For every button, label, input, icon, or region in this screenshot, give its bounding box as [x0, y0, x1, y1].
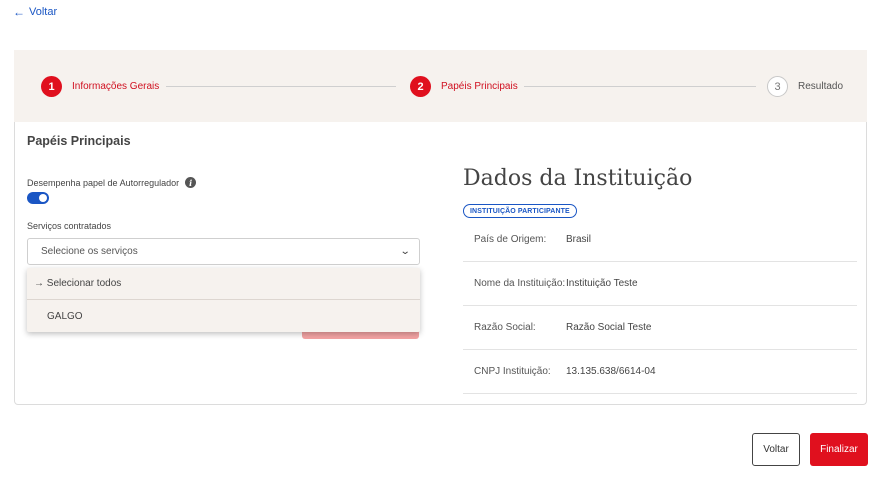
step-label: Papéis Principais — [441, 81, 518, 92]
finish-button[interactable]: Finalizar — [810, 433, 868, 466]
services-label: Serviços contratados — [27, 221, 112, 231]
step-connector — [524, 86, 756, 87]
form-card: Papéis Principais Desempenha papel de Au… — [14, 122, 867, 405]
step-connector — [166, 86, 396, 87]
autoregulador-toggle[interactable] — [27, 192, 49, 204]
info-row: País de Origem: Brasil — [463, 218, 857, 262]
info-row: Razão Social: Razão Social Teste — [463, 306, 857, 350]
service-option-galgo[interactable]: GALGO — [27, 300, 420, 332]
step-number: 2 — [410, 76, 431, 97]
services-dropdown: → Selecionar todos GALGO — [27, 268, 420, 332]
stepper: 1 Informações Gerais 2 Papéis Principais… — [14, 50, 867, 122]
info-key: Razão Social: — [474, 322, 536, 333]
step-number: 3 — [767, 76, 788, 97]
step-informacoes-gerais: 1 Informações Gerais — [41, 76, 159, 97]
back-button[interactable]: Voltar — [752, 433, 800, 466]
step-resultado: 3 Resultado — [767, 76, 843, 97]
arrow-left-icon: ← — [13, 5, 25, 19]
step-papeis-principais: 2 Papéis Principais — [410, 76, 518, 97]
services-placeholder: Selecione os serviços — [41, 246, 138, 257]
institution-badge: INSTITUIÇÃO PARTICIPANTE — [463, 204, 577, 218]
info-key: País de Origem: — [474, 234, 547, 245]
info-icon[interactable]: i — [185, 177, 197, 188]
services-select[interactable]: Selecione os serviços ⌄ — [27, 238, 420, 265]
info-row: CNPJ Instituição: 13.135.638/6614-04 — [463, 350, 857, 394]
info-value: Razão Social Teste — [566, 322, 652, 333]
section-title: Papéis Principais — [27, 134, 131, 148]
toggle-knob — [39, 194, 47, 202]
info-row: Nome da Instituição: Instituição Teste — [463, 262, 857, 306]
back-link[interactable]: ← Voltar — [13, 5, 57, 19]
step-number: 1 — [41, 76, 62, 97]
info-value: 13.135.638/6614-04 — [566, 366, 656, 377]
info-value: Brasil — [566, 234, 592, 245]
step-label: Informações Gerais — [72, 81, 160, 92]
autoregulador-label: Desempenha papel de Autorregulador — [27, 177, 180, 188]
autoregulador-label-row: Desempenha papel de Autorregulador i — [27, 177, 197, 188]
info-key: Nome da Instituição: — [474, 278, 566, 289]
step-label: Resultado — [798, 81, 844, 92]
select-all-option[interactable]: → Selecionar todos — [27, 268, 420, 300]
institution-info-table: País de Origem: Brasil Nome da Instituiç… — [463, 218, 857, 394]
info-key: CNPJ Instituição: — [474, 366, 551, 377]
institution-title: Dados da Instituição — [463, 166, 693, 191]
info-value: Instituição Teste — [566, 278, 638, 289]
chevron-down-icon: ⌄ — [399, 246, 411, 257]
back-link-label: Voltar — [29, 6, 58, 18]
